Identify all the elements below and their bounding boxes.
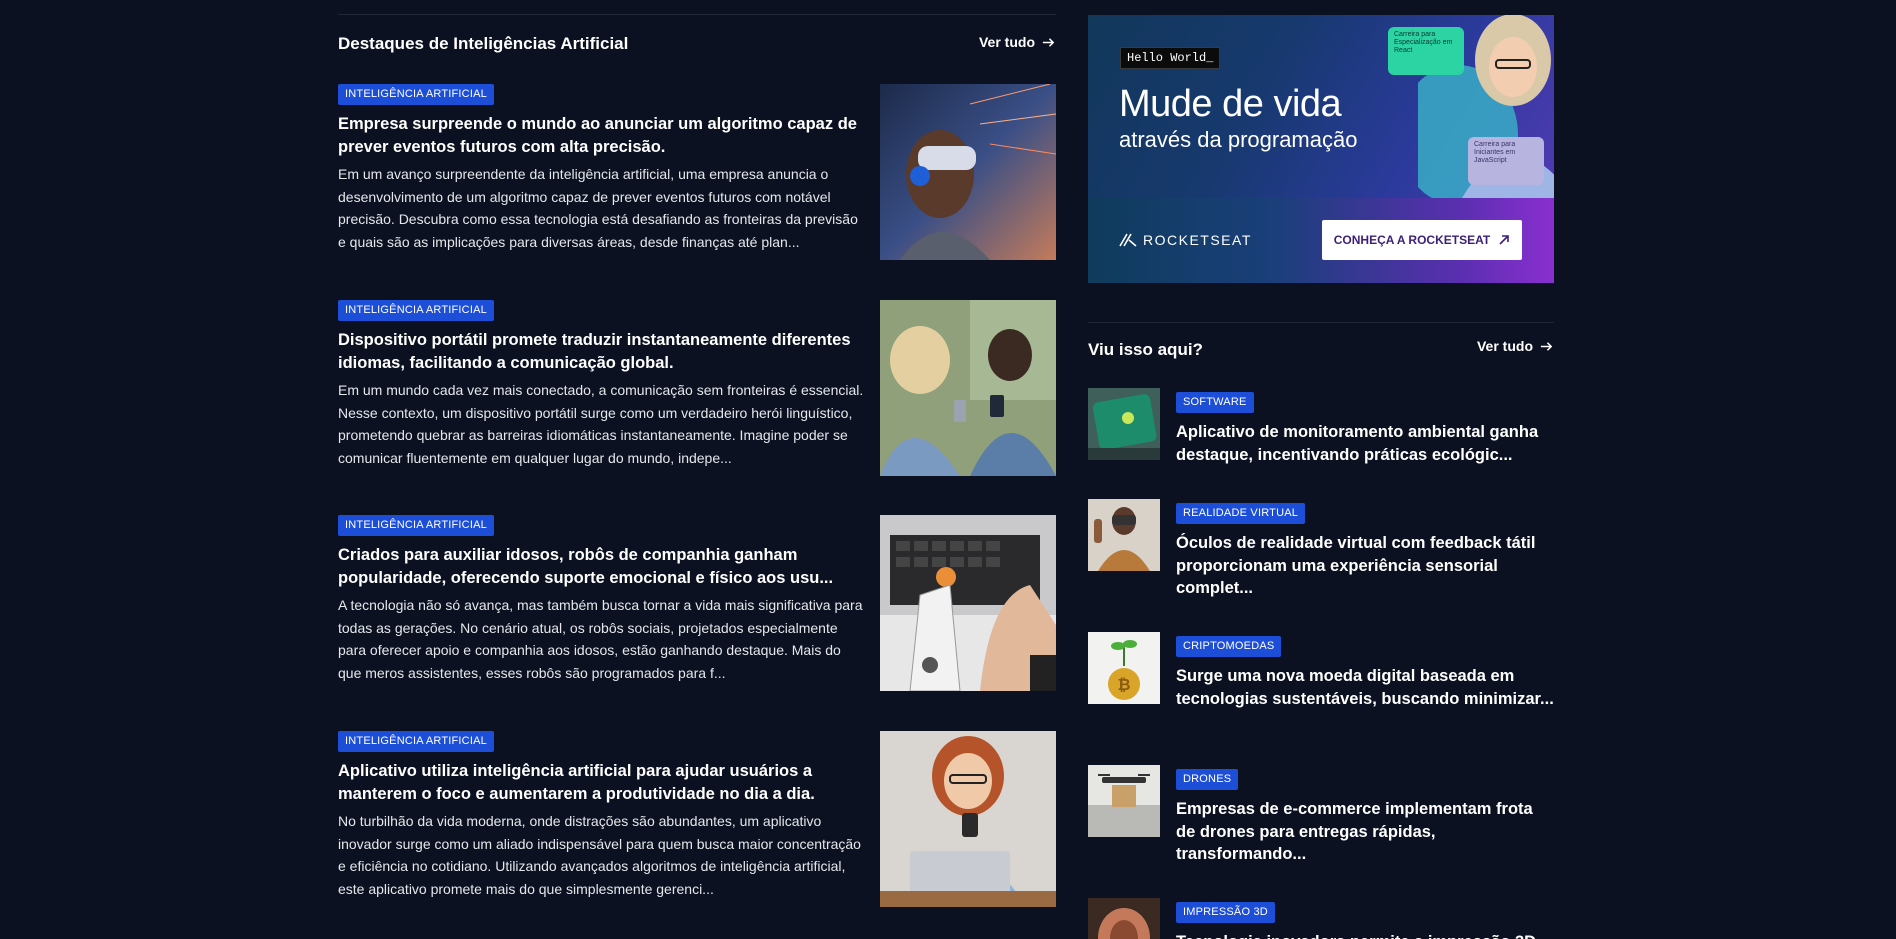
article-excerpt: Em um mundo cada vez mais conectado, a c… <box>338 382 864 466</box>
article-image-focus-app[interactable] <box>880 731 1056 907</box>
article-image-translator[interactable] <box>880 300 1056 476</box>
item-title[interactable]: Tecnologia inovadora permite a impressão… <box>1176 931 1554 939</box>
section-divider <box>338 14 1056 15</box>
see-all-label: Ver tudo <box>978 34 1035 50</box>
featured-title: Destaques de Inteligências Artificial <box>338 34 629 53</box>
item-title[interactable]: Aplicativo de monitoramento ambiental ga… <box>1176 421 1554 466</box>
featured-see-all-link[interactable]: Ver tudo <box>979 34 1056 50</box>
category-badge[interactable]: INTELIGÊNCIA ARTIFICIAL <box>338 300 494 321</box>
article-title[interactable]: Dispositivo portátil promete traduzir in… <box>338 329 866 375</box>
article-card[interactable]: INTELIGÊNCIA ARTIFICIAL Aplicativo utili… <box>338 731 1056 907</box>
category-badge[interactable]: REALIDADE VIRTUAL <box>1176 503 1306 524</box>
article-card[interactable]: INTELIGÊNCIA ARTIFICIAL Criados para aux… <box>338 515 1056 691</box>
article-excerpt: No turbilhão da vida moderna, onde distr… <box>338 813 861 897</box>
article-title[interactable]: Aplicativo utiliza inteligência artifici… <box>338 760 866 806</box>
item-title[interactable]: Óculos de realidade virtual com feedback… <box>1176 532 1554 600</box>
banner-hello-tag: Hello World_ <box>1120 47 1221 69</box>
arrow-right-icon <box>1540 341 1553 351</box>
featured-header: Destaques de Inteligências Artificial Ve… <box>338 34 1056 58</box>
item-title[interactable]: Surge uma nova moeda digital baseada em … <box>1176 665 1554 710</box>
article-image-robot[interactable] <box>880 515 1056 691</box>
category-badge[interactable]: INTELIGÊNCIA ARTIFICIAL <box>338 515 494 536</box>
article-image-vr[interactable] <box>880 84 1056 260</box>
article-title[interactable]: Empresa surpreende o mundo ao anunciar u… <box>338 113 866 159</box>
section-divider <box>1088 322 1554 323</box>
category-badge[interactable]: DRONES <box>1176 769 1239 790</box>
seen-header: Viu isso aqui? Ver tudo <box>1088 338 1554 364</box>
article-excerpt: Em um avanço surpreendente da inteligênc… <box>338 166 858 250</box>
category-badge[interactable]: INTELIGÊNCIA ARTIFICIAL <box>338 84 494 105</box>
banner-card-react: Carreira para Especialização em React <box>1388 27 1464 75</box>
article-excerpt: A tecnologia não só avança, mas também b… <box>338 597 863 681</box>
item-image-vr-glasses[interactable] <box>1088 499 1160 571</box>
item-title[interactable]: Empresas de e-commerce implementam frota… <box>1176 798 1554 866</box>
rocketseat-banner-ad[interactable]: Carreira para Especialização em React Ca… <box>1088 15 1554 283</box>
banner-subheadline: através da programação <box>1119 127 1358 152</box>
seen-see-all-link[interactable]: Ver tudo <box>1477 338 1554 354</box>
item-image-environment-app[interactable] <box>1088 388 1160 460</box>
item-image-3d-print[interactable] <box>1088 898 1160 939</box>
article-card[interactable]: INTELIGÊNCIA ARTIFICIAL Dispositivo port… <box>338 300 1056 476</box>
article-card[interactable]: INTELIGÊNCIA ARTIFICIAL Empresa surpreen… <box>338 84 1056 260</box>
svg-text:₿: ₿ <box>1117 675 1130 694</box>
arrow-up-right-icon <box>1499 235 1510 245</box>
item-image-drone[interactable] <box>1088 765 1160 837</box>
banner-cta-button[interactable]: CONHEÇA A ROCKETSEAT <box>1322 220 1522 260</box>
category-badge[interactable]: SOFTWARE <box>1176 392 1254 413</box>
category-badge[interactable]: INTELIGÊNCIA ARTIFICIAL <box>338 731 494 752</box>
article-title[interactable]: Criados para auxiliar idosos, robôs de c… <box>338 544 866 590</box>
see-all-label: Ver tudo <box>1476 338 1533 354</box>
banner-card-javascript: Carreira para Iniciantes em JavaScript <box>1468 137 1544 185</box>
arrow-right-icon <box>1042 37 1055 47</box>
banner-headline: Mude de vida <box>1119 83 1342 125</box>
rocketseat-logo-icon <box>1119 233 1137 247</box>
brand-name: ROCKETSEAT <box>1143 232 1252 248</box>
cta-label: CONHEÇA A ROCKETSEAT <box>1333 233 1491 247</box>
item-image-crypto-coin[interactable]: ₿ <box>1088 632 1160 704</box>
category-badge[interactable]: IMPRESSÃO 3D <box>1176 902 1275 923</box>
rocketseat-logo: ROCKETSEAT <box>1119 232 1252 248</box>
category-badge[interactable]: CRIPTOMOEDAS <box>1176 636 1282 657</box>
